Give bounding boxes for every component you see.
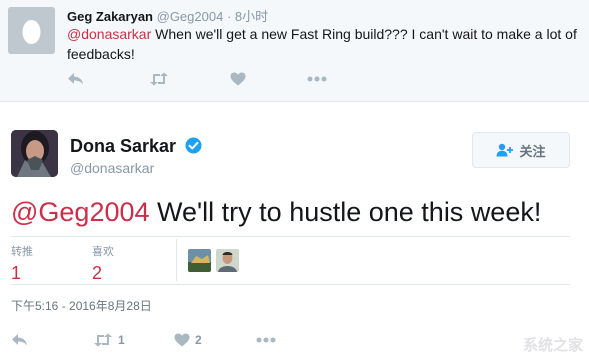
more-button[interactable] [307, 69, 327, 89]
follow-label: 关注 [519, 143, 546, 159]
more-icon [256, 337, 276, 343]
liker-photo [216, 249, 239, 272]
liker-avatar[interactable] [188, 249, 211, 272]
tweet-body: We'll try to hustle one this week! [149, 197, 542, 227]
liker-photo [188, 249, 211, 272]
retweet-button[interactable]: 1 [93, 330, 125, 350]
retweet-stat-label: 转推 [11, 246, 33, 258]
retweet-stat-value: 1 [11, 263, 22, 283]
like-button[interactable] [230, 69, 246, 89]
retweet-stat[interactable]: 转推 1 [11, 243, 33, 284]
stats-divider [176, 239, 177, 281]
like-count: 2 [195, 333, 202, 347]
reply-author-handle[interactable]: @Geg2004 [157, 9, 224, 24]
default-egg-avatar[interactable] [8, 7, 55, 54]
tweet-timestamp[interactable]: 下午5:16 - 2016年8月28日 [11, 297, 152, 314]
more-icon [307, 76, 327, 82]
follow-user-icon [496, 143, 514, 157]
reply-timestamp[interactable]: 8小时 [235, 9, 268, 24]
retweet-count: 1 [118, 333, 125, 347]
author-name-row: Dona Sarkar [70, 136, 202, 157]
tweet-stats: 转推 1 喜欢 2 [11, 236, 570, 285]
reply-separator: · [226, 9, 232, 24]
tweet-mention-link[interactable]: @Geg2004 [11, 197, 150, 227]
liker-avatar[interactable] [216, 249, 239, 272]
verified-badge-icon [185, 137, 202, 154]
retweet-button[interactable] [149, 69, 169, 89]
reply-icon [68, 73, 83, 85]
reply-text: @donasarkar When we'll get a new Fast Ri… [67, 24, 577, 64]
retweet-icon [94, 333, 112, 347]
reply-header: Geg Zakaryan @Geg2004 · 8小时 [67, 6, 268, 25]
egg-icon [8, 7, 55, 54]
tweet-text: @Geg2004 We'll try to hustle one this we… [11, 195, 581, 229]
site-watermark: 系统之家 [522, 337, 583, 354]
heart-icon [230, 72, 246, 86]
author-avatar[interactable] [11, 130, 58, 177]
author-name[interactable]: Dona Sarkar [70, 136, 176, 156]
reply-button[interactable] [67, 69, 85, 89]
like-button[interactable]: 2 [174, 330, 202, 350]
reply-icon [12, 334, 27, 346]
like-stat[interactable]: 喜欢 2 [92, 243, 114, 284]
author-photo [11, 130, 58, 177]
reply-button[interactable] [11, 330, 29, 350]
more-button[interactable] [256, 330, 276, 350]
reply-mention-link[interactable]: @donasarkar [67, 26, 151, 42]
reply-author-name[interactable]: Geg Zakaryan [67, 9, 153, 24]
like-stat-label: 喜欢 [92, 246, 114, 258]
retweet-icon [150, 72, 168, 86]
like-stat-value: 2 [92, 263, 103, 283]
author-handle[interactable]: @donasarkar [70, 160, 154, 176]
reply-tweet[interactable]: Geg Zakaryan @Geg2004 · 8小时 @donasarkar … [0, 0, 589, 102]
follow-button[interactable]: 关注 [472, 132, 570, 168]
heart-icon [174, 333, 190, 347]
